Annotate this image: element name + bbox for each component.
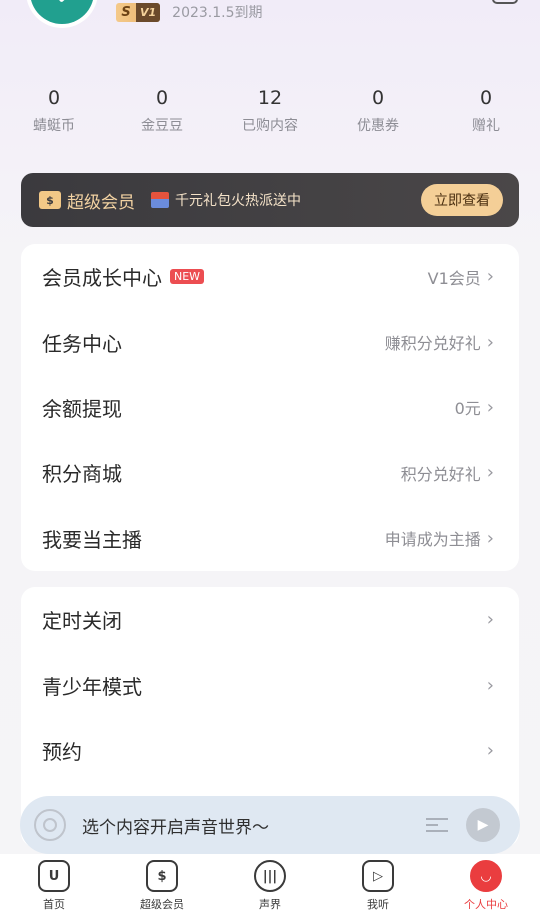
vip-crown-icon: $	[39, 191, 61, 209]
player-prompt: 选个内容开启声音世界～	[82, 817, 269, 838]
chevron-right-icon: ›	[486, 609, 494, 631]
vip-badge-letter: S	[121, 4, 131, 20]
vip-level-badge[interactable]: S V1	[116, 2, 161, 22]
stat-label: 赠礼	[472, 118, 500, 134]
stat-beans[interactable]: 0 金豆豆	[108, 86, 216, 135]
bottom-tab-bar: U 首页 $ 超级会员 ||| 声界 ▷ 我听 ◡ 个人中心	[0, 854, 540, 917]
stat-value: 12	[257, 87, 283, 109]
menu-item-label: 青少年模式	[42, 674, 142, 699]
stat-value: 0	[155, 87, 169, 109]
disc-icon	[34, 809, 66, 841]
tab-label: 超级会员	[140, 898, 184, 911]
menu-item-label: 我要当主播	[42, 527, 142, 552]
menu-item-label: 定时关闭	[42, 609, 122, 634]
menu-item-teen-mode[interactable]: 青少年模式 ›	[21, 652, 519, 717]
view-now-button[interactable]: 立即查看	[421, 184, 503, 216]
menu-item-label: 任务中心	[42, 331, 122, 356]
stat-value: 0	[47, 87, 61, 109]
chevron-right-icon: ›	[486, 462, 494, 484]
menu-item-value: 0元	[454, 399, 481, 419]
banner-title: 超级会员	[67, 192, 135, 213]
play-icon[interactable]: ▶	[466, 808, 500, 842]
menu-item-label: 会员成长中心	[42, 266, 162, 291]
new-badge: NEW	[170, 269, 205, 285]
playlist-icon[interactable]	[426, 816, 448, 834]
my-listen-icon: ▷	[362, 860, 394, 892]
tab-label: 声界	[259, 898, 281, 911]
vip-badge-level: V1	[136, 2, 161, 22]
menu-item-value: 申请成为主播	[384, 530, 481, 550]
home-icon: U	[38, 860, 70, 892]
soundworld-icon: |||	[254, 860, 286, 892]
vip-expire-date: 2023.1.5到期	[172, 5, 263, 21]
chevron-right-icon: ›	[486, 527, 494, 549]
menu-item-label: 积分商城	[42, 462, 122, 487]
stats-row: 0 蜻蜓币 0 金豆豆 12 已购内容 0 优惠券 0 赠礼	[0, 86, 540, 135]
stat-value: 0	[479, 87, 493, 109]
tab-label: 我听	[367, 898, 389, 911]
mini-player[interactable]: 选个内容开启声音世界～ ▶	[20, 796, 520, 854]
menu-item-growth-center[interactable]: 会员成长中心 NEW V1会员 ›	[21, 244, 519, 309]
tab-my-listen[interactable]: ▷ 我听	[324, 854, 432, 917]
menu-item-value: V1会员	[427, 268, 481, 288]
chevron-right-icon: ›	[486, 266, 494, 288]
stat-label: 金豆豆	[141, 118, 183, 134]
menu-item-task-center[interactable]: 任务中心 赚积分兑好礼 ›	[21, 309, 519, 374]
avatar-image	[30, 0, 94, 24]
avatar[interactable]	[26, 0, 98, 28]
tab-super-vip[interactable]: $ 超级会员	[108, 854, 216, 917]
stat-coupons[interactable]: 0 优惠券	[324, 86, 432, 135]
menu-item-sleep-timer[interactable]: 定时关闭 ›	[21, 587, 519, 652]
tab-home[interactable]: U 首页	[0, 854, 108, 917]
stat-label: 优惠券	[357, 118, 399, 134]
stat-label: 蜻蜓币	[33, 118, 75, 134]
stat-label: 已购内容	[242, 118, 298, 134]
vip-info: S V1 2023.1.5到期	[116, 2, 263, 22]
menu-item-label: 余额提现	[42, 396, 122, 421]
tab-profile[interactable]: ◡ 个人中心	[432, 854, 540, 917]
stat-value: 0	[371, 87, 385, 109]
menu-item-label: 预约	[42, 739, 82, 764]
menu-item-become-host[interactable]: 我要当主播 申请成为主播 ›	[21, 506, 519, 571]
super-vip-banner[interactable]: $ 超级会员 千元礼包火热派送中 立即查看	[21, 173, 519, 227]
stat-gifts[interactable]: 0 赠礼	[432, 86, 540, 135]
stat-purchased[interactable]: 12 已购内容	[216, 86, 324, 135]
profile-icon: ◡	[470, 860, 502, 892]
chevron-right-icon: ›	[486, 396, 494, 418]
banner-promo: 千元礼包火热派送中	[175, 193, 301, 209]
menu-item-reservation[interactable]: 预约 ›	[21, 718, 519, 783]
menu-item-withdraw[interactable]: 余额提现 0元 ›	[21, 375, 519, 440]
tab-label: 个人中心	[464, 898, 508, 911]
chevron-right-icon: ›	[486, 739, 494, 761]
gift-icon	[151, 192, 169, 208]
stat-coins[interactable]: 0 蜻蜓币	[0, 86, 108, 135]
menu-item-value: 积分兑好礼	[400, 464, 481, 484]
tab-label: 首页	[43, 898, 65, 911]
menu-item-value: 赚积分兑好礼	[384, 334, 481, 354]
chevron-right-icon: ›	[486, 674, 494, 696]
tab-sound-world[interactable]: ||| 声界	[216, 854, 324, 917]
chevron-right-icon: ›	[486, 331, 494, 353]
menu-card-primary: 会员成长中心 NEW V1会员 › 任务中心 赚积分兑好礼 › 余额提现 0元 …	[21, 244, 519, 571]
message-icon[interactable]	[492, 0, 518, 4]
vip-icon: $	[146, 860, 178, 892]
menu-item-points-mall[interactable]: 积分商城 积分兑好礼 ›	[21, 440, 519, 505]
